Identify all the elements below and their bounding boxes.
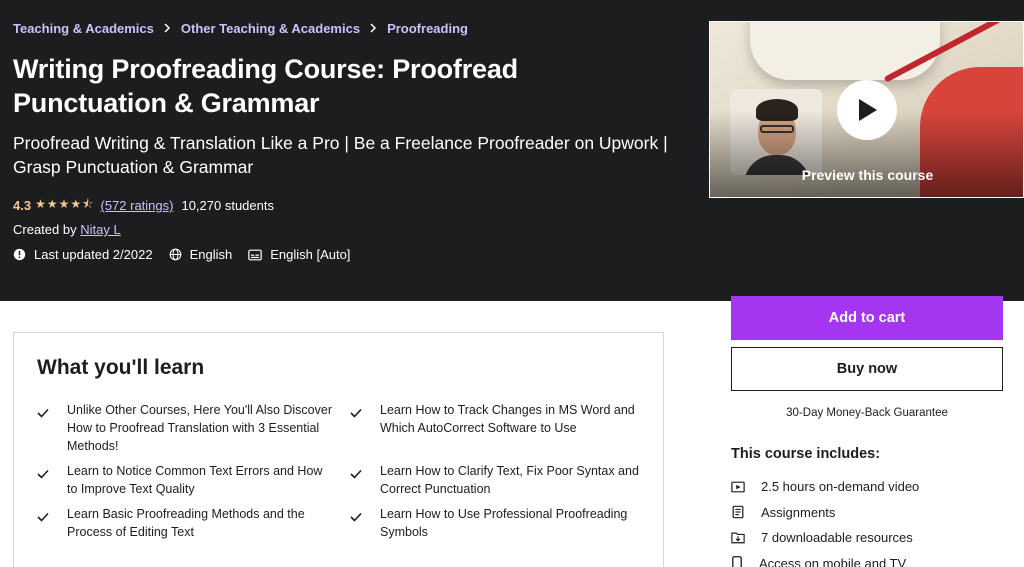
includes-title: This course includes: [731, 446, 881, 462]
download-icon [731, 532, 745, 544]
breadcrumb-proofreading[interactable]: Proofreading [387, 21, 468, 36]
students-count: 10,270 students [181, 198, 274, 213]
learn-item: Learn How to Use Professional Proofreadi… [350, 505, 647, 541]
learn-item: Learn How to Clarify Text, Fix Poor Synt… [350, 462, 647, 498]
add-to-cart-button[interactable]: Add to cart [731, 296, 1003, 340]
star-rating-icon: ★★★★⯪ [35, 197, 95, 211]
learn-item: Learn Basic Proofreading Methods and the… [37, 505, 350, 541]
learn-list: Unlike Other Courses, Here You'll Also D… [37, 401, 647, 548]
learn-item: Unlike Other Courses, Here You'll Also D… [37, 401, 350, 455]
language: English [169, 247, 233, 262]
chevron-right-icon [369, 21, 377, 36]
course-title: Writing Proofreading Course: Proofread P… [13, 54, 518, 118]
globe-icon [169, 248, 181, 261]
learn-item: Learn How to Track Changes in MS Word an… [350, 401, 647, 455]
mobile-icon [732, 555, 742, 567]
ratings-count-link[interactable]: (572 ratings) [100, 198, 173, 213]
check-icon [350, 462, 380, 484]
money-back-guarantee: 30-Day Money-Back Guarantee [786, 407, 948, 419]
breadcrumb: Teaching & Academics Other Teaching & Ac… [13, 21, 468, 36]
what-youll-learn: What you'll learn Unlike Other Courses, … [13, 332, 664, 567]
rating-value: 4.3 [13, 198, 32, 213]
chevron-right-icon [163, 21, 171, 36]
rating-row: 4.3 ★★★★⯪ (572 ratings) 10,270 students [13, 195, 274, 216]
includes-item: Access on mobile and TV [731, 551, 919, 567]
check-icon [350, 505, 380, 527]
check-icon [37, 505, 67, 527]
last-updated-text: Last updated 2/2022 [34, 247, 153, 262]
includes-list: 2.5 hours on-demand video Assignments 7 … [731, 474, 919, 567]
buy-now-button[interactable]: Buy now [731, 347, 1003, 391]
play-button[interactable] [837, 80, 897, 140]
assignment-icon [732, 505, 744, 519]
course-subtitle: Proofread Writing & Translation Like a P… [13, 133, 668, 177]
includes-item: 7 downloadable resources [731, 525, 919, 551]
closed-captions-icon [248, 249, 262, 260]
course-meta: Last updated 2/2022 English English [Aut… [13, 247, 366, 262]
play-icon [859, 99, 877, 121]
course-preview-video[interactable]: Preview this course [709, 21, 1024, 198]
captions: English [Auto] [248, 247, 350, 262]
check-icon [350, 401, 380, 423]
learn-title: What you'll learn [37, 356, 205, 379]
breadcrumb-other-teaching[interactable]: Other Teaching & Academics [181, 21, 360, 36]
includes-item: 2.5 hours on-demand video [731, 474, 919, 500]
created-by: Created by Nitay L [13, 222, 121, 237]
language-text: English [189, 247, 233, 262]
includes-item: Assignments [731, 500, 919, 526]
instructor-link[interactable]: Nitay L [80, 222, 120, 237]
learn-item: Learn to Notice Common Text Errors and H… [37, 462, 350, 498]
breadcrumb-teaching-academics[interactable]: Teaching & Academics [13, 21, 154, 36]
created-by-label: Created by [13, 222, 77, 237]
last-updated: Last updated 2/2022 [13, 247, 153, 262]
check-icon [37, 401, 67, 423]
check-icon [37, 462, 67, 484]
captions-text: English [Auto] [270, 247, 351, 262]
video-icon [731, 481, 745, 493]
alert-badge-icon [13, 248, 26, 261]
preview-label: Preview this course [801, 167, 934, 183]
